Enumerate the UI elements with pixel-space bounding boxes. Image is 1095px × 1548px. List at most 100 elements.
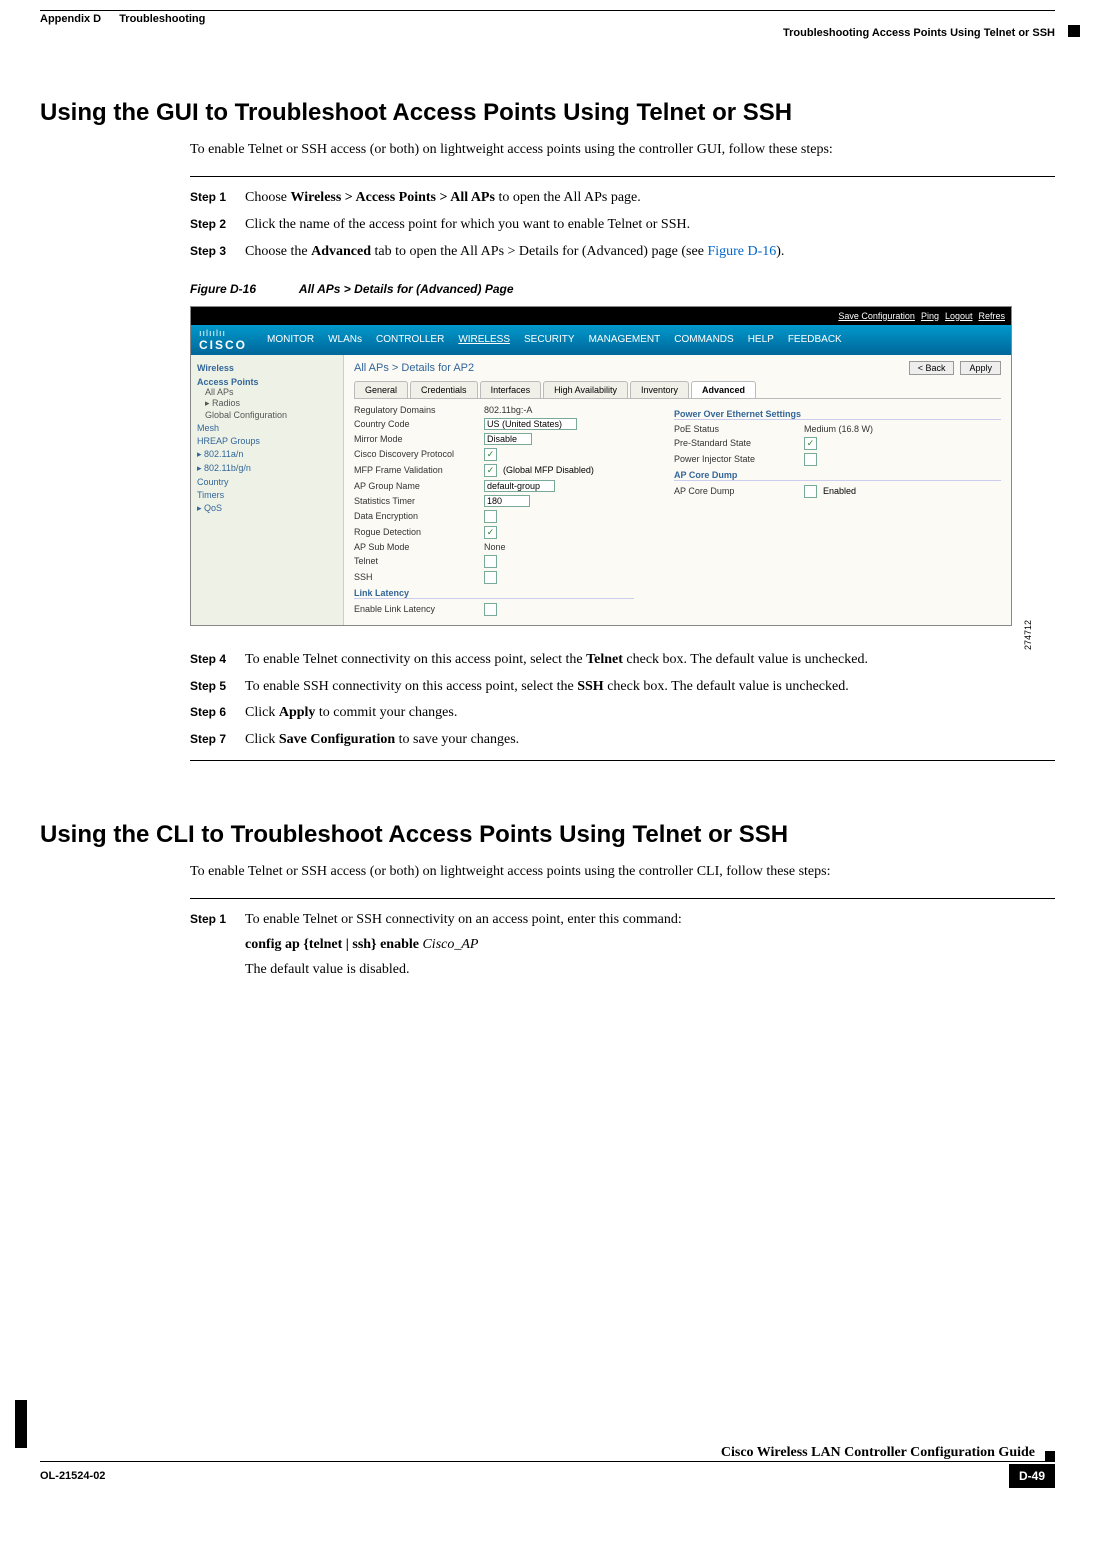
sidebar-link-80211bgn[interactable]: ▸ 802.11b/g/n (197, 463, 337, 474)
step-row: Step 7 Click Save Configuration to save … (190, 731, 1055, 750)
section2-title: Using the CLI to Troubleshoot Access Poi… (40, 821, 1055, 849)
steps2-top-rule (190, 898, 1055, 899)
select-country-code[interactable]: US (United States) (484, 418, 577, 430)
lbl-mirror-mode: Mirror Mode (354, 434, 484, 444)
lbl-data-encryption: Data Encryption (354, 511, 484, 521)
select-ap-group[interactable]: default-group (484, 480, 555, 492)
figure-link[interactable]: Figure D-16 (707, 244, 776, 259)
step-label: Step 4 (190, 651, 245, 670)
lbl-link-latency: Enable Link Latency (354, 604, 484, 614)
lbl-country-code: Country Code (354, 419, 484, 429)
val-regulatory: 802.11bg:-A (484, 405, 532, 415)
check-ssh[interactable] (484, 571, 497, 584)
sidebar-link-timers[interactable]: Timers (197, 490, 337, 500)
select-mirror-mode[interactable]: Disable (484, 433, 532, 445)
tab-high-availability[interactable]: High Availability (543, 381, 628, 398)
steps-group-1: Step 1 Choose Wireless > Access Points >… (190, 189, 1055, 262)
tab-inventory[interactable]: Inventory (630, 381, 689, 398)
menu-feedback[interactable]: FEEDBACK (788, 334, 842, 345)
tab-advanced[interactable]: Advanced (691, 381, 756, 398)
step-body: Click the name of the access point for w… (245, 216, 1055, 235)
tab-credentials[interactable]: Credentials (410, 381, 478, 398)
check-rogue-detection[interactable]: ✓ (484, 526, 497, 539)
step-row: Step 1 Choose Wireless > Access Points >… (190, 189, 1055, 208)
sidebar-title: Wireless (197, 363, 337, 373)
logout-link[interactable]: Logout (945, 311, 973, 321)
save-config-link[interactable]: Save Configuration (838, 311, 915, 321)
sidebar-item-radios[interactable]: ▸ Radios (205, 398, 337, 409)
steps-top-rule (190, 176, 1055, 177)
menu-security[interactable]: SECURITY (524, 334, 575, 345)
section2-intro: To enable Telnet or SSH access (or both)… (190, 864, 1045, 880)
sidebar-link-hreap[interactable]: HREAP Groups (197, 436, 337, 446)
cisco-logo: ıılıılıı CISCO (199, 328, 267, 352)
tab-bar: General Credentials Interfaces High Avai… (354, 381, 1001, 399)
menu-management[interactable]: MANAGEMENT (589, 334, 661, 345)
check-telnet[interactable] (484, 555, 497, 568)
footer-square-icon (1045, 1451, 1055, 1461)
sidebar-item-global-config[interactable]: Global Configuration (205, 410, 337, 420)
mfp-extra: (Global MFP Disabled) (503, 465, 594, 475)
lbl-rogue-detection: Rogue Detection (354, 527, 484, 537)
corner-marker (1068, 25, 1080, 37)
cli-command-bold: config ap {telnet | ssh} enable (245, 937, 422, 952)
step-row: Step 1 To enable Telnet or SSH connectiv… (190, 911, 1055, 980)
cli-note: The default value is disabled. (245, 961, 1055, 980)
sidebar-item-all-aps[interactable]: All APs (205, 387, 337, 397)
check-data-encryption[interactable] (484, 510, 497, 523)
sidebar-link-80211an[interactable]: ▸ 802.11a/n (197, 449, 337, 460)
chapter-title: Troubleshooting (119, 13, 205, 25)
check-link-latency[interactable] (484, 603, 497, 616)
check-prestandard[interactable]: ✓ (804, 437, 817, 450)
step-body: Click Save Configuration to save your ch… (245, 731, 1055, 750)
figure-title: All APs > Details for (Advanced) Page (299, 282, 514, 296)
figure-label: Figure D-16 (190, 282, 256, 296)
step-body: To enable Telnet connectivity on this ac… (245, 651, 1055, 670)
check-core-dump[interactable] (804, 485, 817, 498)
fig-form-col2: Power Over Ethernet Settings PoE StatusM… (634, 405, 1001, 619)
page-number: D-49 (1009, 1464, 1055, 1488)
section-poe: Power Over Ethernet Settings (674, 409, 1001, 420)
fig-sidebar: Wireless Access Points All APs ▸ Radios … (191, 355, 344, 625)
menu-wlans[interactable]: WLANs (328, 334, 362, 345)
cli-command-italic: Cisco_AP (422, 937, 478, 952)
lbl-ap-sub-mode: AP Sub Mode (354, 542, 484, 552)
lbl-core-dump: AP Core Dump (674, 486, 804, 496)
ping-link[interactable]: Ping (921, 311, 939, 321)
section1-intro: To enable Telnet or SSH access (or both)… (190, 142, 1045, 158)
check-power-injector[interactable] (804, 453, 817, 466)
lbl-stats-timer: Statistics Timer (354, 496, 484, 506)
steps-group-2: Step 4 To enable Telnet connectivity on … (190, 651, 1055, 751)
lbl-mfp: MFP Frame Validation (354, 465, 484, 475)
check-mfp[interactable]: ✓ (484, 464, 497, 477)
step-label: Step 2 (190, 216, 245, 235)
menu-commands[interactable]: COMMANDS (674, 334, 733, 345)
lbl-ssh: SSH (354, 572, 484, 582)
menu-controller[interactable]: CONTROLLER (376, 334, 444, 345)
step-label: Step 1 (190, 189, 245, 208)
check-cdp[interactable]: ✓ (484, 448, 497, 461)
figure-screenshot: 274712 Save Configuration Ping Logout Re… (190, 306, 1012, 626)
apply-button[interactable]: Apply (960, 361, 1001, 375)
step-label: Step 6 (190, 704, 245, 723)
fig-top-bar: Save Configuration Ping Logout Refres (191, 307, 1011, 325)
section-core-dump: AP Core Dump (674, 470, 1001, 481)
sidebar-h-access-points[interactable]: Access Points (197, 377, 337, 387)
sidebar-link-mesh[interactable]: Mesh (197, 423, 337, 433)
menu-monitor[interactable]: MONITOR (267, 334, 314, 345)
footer-guide-title: Cisco Wireless LAN Controller Configurat… (721, 1445, 1035, 1461)
sidebar-link-country[interactable]: Country (197, 477, 337, 487)
tab-interfaces[interactable]: Interfaces (480, 381, 542, 398)
step-label: Step 5 (190, 678, 245, 697)
figure-caption: Figure D-16 All APs > Details for (Advan… (190, 282, 1055, 296)
menu-wireless[interactable]: WIRELESS (458, 334, 510, 345)
back-button[interactable]: < Back (909, 361, 955, 375)
input-stats-timer[interactable]: 180 (484, 495, 530, 507)
tab-general[interactable]: General (354, 381, 408, 398)
step-row: Step 6 Click Apply to commit your change… (190, 704, 1055, 723)
lbl-ap-group: AP Group Name (354, 481, 484, 491)
sidebar-link-qos[interactable]: ▸ QoS (197, 503, 337, 514)
refresh-link[interactable]: Refres (978, 311, 1005, 321)
menu-help[interactable]: HELP (748, 334, 774, 345)
figure-image-number: 274712 (1023, 620, 1033, 650)
